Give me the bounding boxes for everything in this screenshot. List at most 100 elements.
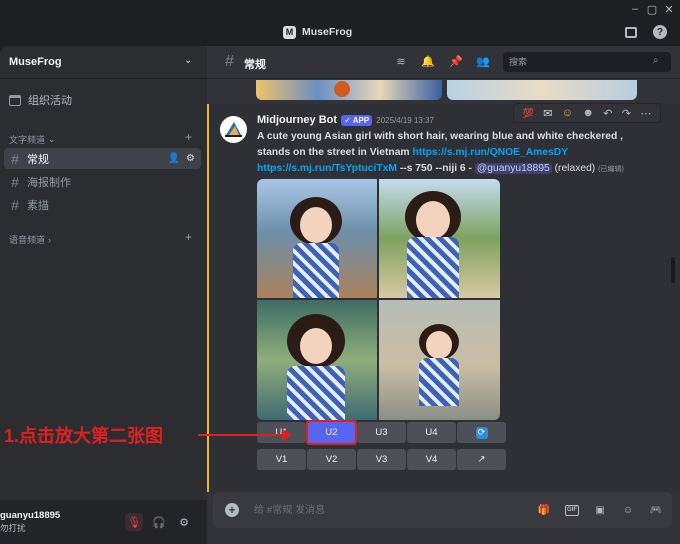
sidebar-item-general[interactable]: # 常规 👤 ⚙ [4, 148, 201, 169]
user-panel: guanyu18895 勿打扰 🎙 🎧 ⚙ [0, 500, 207, 544]
prompt-params: --s 750 --niji 6 [399, 163, 466, 174]
reaction-100-icon[interactable]: 💯 [523, 108, 534, 119]
previous-image-right[interactable] [447, 80, 637, 100]
refresh-icon: ⟳ [475, 426, 488, 439]
chevron-down-icon[interactable]: ⌄ [184, 55, 192, 66]
mode-text: (relaxed) [554, 163, 596, 174]
channel-label: 素描 [27, 199, 49, 212]
annotation-text: 1.点击放大第二张图 [4, 426, 164, 446]
message-composer: + 🎁 GIF ▣ ☺ 🎮 [213, 492, 672, 528]
search-icon: ⌕ [653, 55, 659, 66]
channel-label: 海报制作 [27, 176, 71, 189]
add-voice-channel-icon[interactable]: + [185, 230, 192, 244]
calendar-icon [9, 94, 21, 106]
gif-icon[interactable]: GIF [565, 503, 579, 517]
maximize-button[interactable]: ▢ [645, 3, 659, 16]
app-logo-icon: M [283, 25, 296, 39]
minimize-button[interactable]: – [628, 3, 642, 15]
message-content: A cute young Asian girl with short hair,… [257, 129, 657, 178]
forward-icon[interactable]: ↷ [622, 107, 631, 120]
search-input[interactable] [509, 55, 649, 69]
server-name: MuseFrog [9, 56, 62, 68]
game-controller-icon[interactable]: 🎮 [649, 503, 663, 517]
user-mention[interactable]: @guanyu18895 [474, 163, 552, 174]
gear-icon[interactable]: ⚙ [175, 513, 193, 531]
threads-icon[interactable]: ≋ [394, 55, 408, 68]
add-channel-icon[interactable]: + [185, 130, 192, 144]
category-voice-channels[interactable]: 语音频道 › [9, 233, 51, 246]
annotation-arrow-head [282, 429, 292, 441]
bell-icon[interactable]: 🔔 [421, 55, 435, 68]
pin-icon[interactable]: 📌 [449, 55, 463, 68]
category-label: 语音频道 [9, 235, 46, 245]
author-name[interactable]: Midjourney Bot [257, 114, 337, 126]
message-hover-toolbar: 💯 ✉ ☺ ☻ ↶ ↷ ⋯ [513, 103, 661, 123]
reroll-button[interactable]: ⟳ [457, 422, 506, 443]
variation-button-4[interactable]: V4 [407, 449, 456, 470]
upscale-button-3[interactable]: U3 [357, 422, 406, 443]
prompt-link-1[interactable]: https://s.mj.run/QNOE_AmesDY [412, 147, 567, 158]
channel-header: # 常规 ≋ 🔔 📌 👥 ⌕ [207, 46, 680, 79]
reaction-envelope-icon[interactable]: ✉ [543, 107, 552, 120]
add-member-icon[interactable]: 👤 [168, 153, 180, 164]
sidebar-item-poster[interactable]: # 海报制作 [4, 171, 201, 192]
hash-icon: # [11, 196, 19, 213]
hash-icon: # [225, 53, 234, 70]
variation-button-1[interactable]: V1 [257, 449, 306, 470]
variation-button-2[interactable]: V2 [307, 449, 356, 470]
emoji-icon[interactable]: ☺ [621, 503, 635, 517]
gift-icon[interactable]: 🎁 [537, 503, 551, 517]
user-status: 勿打扰 [0, 523, 26, 533]
image-grid[interactable] [257, 179, 500, 420]
annotation-arrow [198, 434, 284, 436]
category-text-channels[interactable]: 文字频道 ⌄ [9, 133, 56, 146]
grid-image-2[interactable] [379, 179, 500, 298]
close-button[interactable]: ✕ [662, 3, 676, 16]
help-icon[interactable]: ? [653, 25, 667, 39]
separator: - [468, 163, 472, 174]
message-list[interactable]: 💯 ✉ ☺ ☻ ↶ ↷ ⋯ Midjourney Bot ✓ APP 2025/… [207, 80, 680, 492]
inbox-icon[interactable] [624, 25, 638, 39]
message-author-row: Midjourney Bot ✓ APP 2025/4/19 13:37 [257, 114, 434, 126]
chevron-right-icon: › [48, 234, 52, 245]
sticker-icon[interactable]: ▣ [593, 503, 607, 517]
plus-icon[interactable]: + [225, 503, 239, 517]
previous-image-left[interactable] [256, 80, 442, 100]
reaction-smile-icon[interactable]: ☺ [562, 107, 573, 119]
upscale-button-2[interactable]: U2 [307, 422, 356, 443]
timestamp: 2025/4/19 13:37 [376, 115, 434, 125]
app-badge: ✓ APP [341, 114, 373, 126]
events-label: 组织活动 [28, 95, 72, 107]
avatar[interactable] [220, 116, 247, 143]
open-external-button[interactable]: ↗ [457, 449, 506, 470]
grid-image-3[interactable] [257, 300, 377, 420]
add-reaction-icon[interactable]: ☻ [582, 107, 594, 119]
reply-icon[interactable]: ↶ [603, 107, 612, 120]
grid-image-4[interactable] [379, 300, 500, 420]
headphones-icon[interactable]: 🎧 [150, 513, 168, 531]
user-name[interactable]: guanyu18895 [0, 510, 60, 521]
channel-label: 常规 [27, 153, 49, 166]
scrollbar[interactable] [671, 257, 675, 283]
message-input[interactable] [254, 502, 514, 518]
main-panel: # 常规 ≋ 🔔 📌 👥 ⌕ 💯 ✉ ☺ ☻ ↶ ↷ ⋯ [207, 46, 680, 544]
app-title: MuseFrog [302, 26, 353, 38]
sidebar-item-sketch[interactable]: # 素描 [4, 194, 201, 215]
grid-image-1[interactable] [257, 179, 377, 298]
channel-tools: 👤 ⚙ [168, 153, 195, 164]
channel-title: 常规 [244, 59, 266, 71]
hash-icon: # [11, 173, 19, 190]
upscale-button-4[interactable]: U4 [407, 422, 456, 443]
server-header[interactable]: MuseFrog ⌄ [0, 46, 207, 79]
category-label: 文字频道 [9, 135, 46, 145]
window-title: M MuseFrog [283, 24, 352, 40]
members-icon[interactable]: 👥 [476, 55, 490, 68]
prompt-link-2[interactable]: https://s.mj.run/TsYptuciTxM [257, 163, 397, 174]
title-bar: – ▢ ✕ M MuseFrog ? [0, 0, 680, 46]
gear-icon[interactable]: ⚙ [186, 153, 195, 164]
sidebar-item-events[interactable]: 组织活动 [9, 92, 72, 108]
sidebar: MuseFrog ⌄ 组织活动 文字频道 ⌄ + # 常规 👤 ⚙ # 海报制作… [0, 46, 207, 544]
more-icon[interactable]: ⋯ [640, 107, 651, 120]
variation-button-3[interactable]: V3 [357, 449, 406, 470]
mic-muted-icon[interactable]: 🎙 [125, 513, 143, 531]
